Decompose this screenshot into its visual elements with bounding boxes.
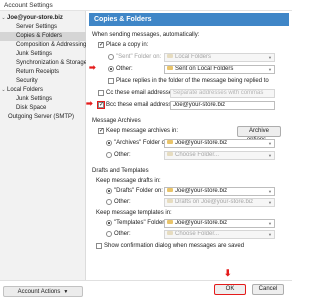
sidebar-item-sync-storage[interactable]: Synchronization & Storage [0,59,86,68]
ok-button[interactable]: OK [214,284,246,295]
archives-other-dropdown: Choose Folder... ▼ [164,151,275,160]
folder-icon [167,54,173,58]
drafts-folder-value: Joe@your-store.biz [175,188,228,194]
tree-account[interactable]: ⌄Joe@your-store.biz [0,14,86,23]
archive-options-button[interactable]: Archive options... [237,126,281,143]
templates-other-label: Other: [114,231,131,237]
place-replies-label: Place replies in the folder of the messa… [116,78,269,84]
show-confirmation-label: Show confirmation dialog when messages a… [104,243,245,249]
chevron-down-icon: ▼ [268,55,272,60]
chevron-down-icon: ▼ [268,67,272,72]
keep-drafts-label: Keep message drafts in: [96,178,161,184]
sidebar-item-outgoing-server[interactable]: Outgoing Server (SMTP) [0,113,86,122]
sidebar-item-copies-folders[interactable]: Copies & Folders [0,32,86,41]
account-actions-button[interactable]: Account Actions ▼ [3,286,83,297]
folder-icon [167,152,173,156]
place-copy-checkbox[interactable] [98,42,104,48]
sent-folder-dropdown: Local Folders ▼ [164,53,275,62]
bcc-input[interactable]: Joe@your-store.biz [170,101,275,110]
archives-choose-folder: Choose Folder... [175,152,220,158]
drafts-other-value: Drafts on Joe@your-store.biz [175,199,254,205]
folder-icon [167,199,173,203]
account-actions-label: Account Actions [17,289,61,295]
folder-icon [167,220,173,224]
other-folder-value: Sent on Local Folders [175,66,234,72]
archives-other-label: Other: [114,152,131,158]
cc-input[interactable]: Separate addresses with commas [170,89,275,98]
sidebar-item-server-settings[interactable]: Server Settings [0,23,86,32]
place-copy-label: Place a copy in: [106,42,149,48]
chevron-down-icon[interactable]: ⌄ [0,86,7,95]
templates-choose-folder: Choose Folder... [175,231,220,237]
drafts-heading: Drafts and Templates [92,168,149,174]
keep-templates-label: Keep message templates in: [96,210,172,216]
drafts-folder-dropdown[interactable]: Joe@your-store.biz ▼ [164,187,275,196]
archives-folder-radio[interactable] [106,140,112,146]
footer-divider [0,280,292,281]
templates-folder-value: Joe@your-store.biz [175,220,228,226]
other-label: Other: [116,66,133,72]
tree-local-folders-label: Local Folders [7,87,44,93]
annotation-arrow-icon: ➡ [86,99,93,108]
bcc-label: Bcc these email addresses: [106,102,180,108]
cancel-button[interactable]: Cancel [252,284,284,295]
panel-title: Copies & Folders [89,13,289,26]
archives-heading: Message Archives [92,118,141,124]
drafts-other-label: Other: [114,199,131,205]
templates-other-dropdown: Choose Folder... ▼ [164,230,275,239]
sidebar-item-local-junk[interactable]: Junk Settings [0,95,86,104]
templates-folder-dropdown[interactable]: Joe@your-store.biz ▼ [164,219,275,228]
sent-folder-value: Local Folders [175,54,212,60]
window-title: Account Settings [0,0,292,11]
folder-icon [167,66,173,70]
templates-other-radio[interactable] [106,231,112,237]
chevron-down-icon: ▼ [268,232,272,237]
archives-folder-dropdown[interactable]: Joe@your-store.biz ▼ [164,139,275,148]
chevron-down-icon: ▼ [268,141,272,146]
place-replies-checkbox[interactable] [108,78,114,84]
annotation-down-arrow-icon: ⬇ [224,268,232,278]
sidebar-item-junk[interactable]: Junk Settings [0,50,86,59]
chevron-down-icon: ▼ [63,289,69,295]
templates-folder-radio[interactable] [106,220,112,226]
tree-account-label: Joe@your-store.biz [7,15,63,21]
keep-archives-label: Keep message archives in: [106,128,179,134]
chevron-down-icon: ▼ [268,153,272,158]
folder-icon [167,188,173,192]
cc-checkbox[interactable] [98,90,104,96]
sidebar-item-security[interactable]: Security [0,77,86,86]
folder-icon [167,140,173,144]
other-radio[interactable] [108,66,114,72]
chevron-down-icon[interactable]: ⌄ [0,14,7,23]
annotation-arrow-icon: ➡ [89,63,96,72]
archives-folder-value: Joe@your-store.biz [175,140,228,146]
sending-heading: When sending messages, automatically: [92,32,200,38]
bcc-checkbox[interactable] [98,102,104,108]
account-tree: ⌄Joe@your-store.biz Server Settings Copi… [0,11,86,281]
sidebar-item-disk-space[interactable]: Disk Space [0,104,86,113]
show-confirmation-checkbox[interactable] [96,243,102,249]
sent-folder-label: "Sent" Folder on: [116,54,162,60]
drafts-other-radio[interactable] [106,199,112,205]
sidebar-item-composition[interactable]: Composition & Addressing [0,41,86,50]
drafts-folder-label: "Drafts" Folder on: [114,188,163,194]
chevron-down-icon: ▼ [268,200,272,205]
archives-folder-label: "Archives" Folder on: [114,140,170,146]
sidebar-item-return-receipts[interactable]: Return Receipts [0,68,86,77]
cc-label: Cc these email addresses: [106,90,177,96]
chevron-down-icon: ▼ [268,189,272,194]
folder-icon [167,231,173,235]
other-folder-dropdown[interactable]: Sent on Local Folders ▼ [164,65,275,74]
sent-folder-radio[interactable] [108,54,114,60]
chevron-down-icon: ▼ [268,221,272,226]
drafts-other-dropdown: Drafts on Joe@your-store.biz ▼ [164,198,275,207]
drafts-folder-radio[interactable] [106,188,112,194]
tree-local-folders[interactable]: ⌄Local Folders [0,86,86,95]
keep-archives-checkbox[interactable] [98,128,104,134]
archives-other-radio[interactable] [106,152,112,158]
